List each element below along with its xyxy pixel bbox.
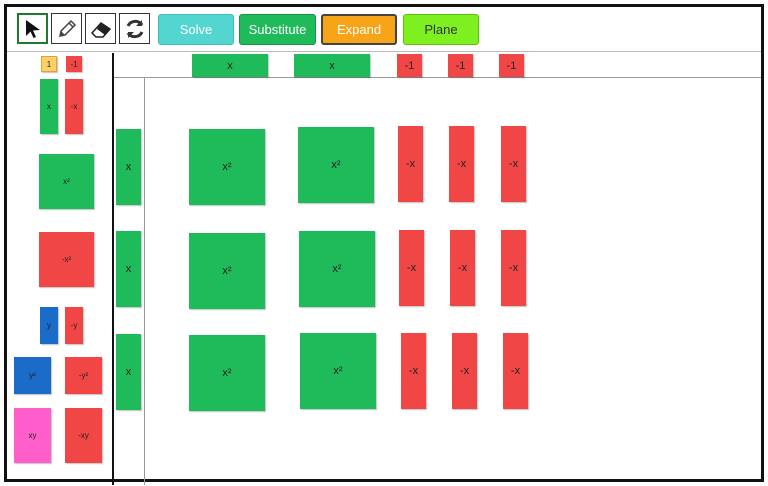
top-factor-tile[interactable]: -1 [499, 54, 524, 77]
left-factor-tile[interactable]: x [116, 334, 141, 410]
product-tile[interactable]: -x [452, 333, 477, 409]
palette-tile-x[interactable]: x [40, 79, 58, 134]
expand-button[interactable]: Expand [321, 14, 397, 45]
top-factor-tile[interactable]: x [294, 54, 370, 77]
palette-tile-neg-xy[interactable]: -xy [65, 408, 102, 463]
product-tile[interactable]: -x [501, 230, 526, 306]
pencil-tool[interactable] [51, 13, 82, 44]
eraser-icon [90, 21, 111, 38]
product-tile[interactable]: -x [399, 230, 424, 306]
product-tile[interactable]: -x [450, 230, 475, 306]
palette-tile-neg-x2[interactable]: -x² [39, 232, 94, 287]
palette-divider [112, 53, 114, 485]
left-axis-line [144, 77, 145, 485]
plane-button[interactable]: Plane [403, 14, 479, 45]
pointer-icon [25, 19, 40, 38]
palette-tile-y2[interactable]: y² [14, 357, 51, 394]
palette-tile-1[interactable]: 1 [41, 56, 57, 72]
product-tile[interactable]: x² [189, 233, 265, 309]
palette-tile-neg-x[interactable]: -x [65, 79, 83, 134]
toolbar: Solve Substitute Expand Plane [7, 7, 761, 52]
palette-tile-xy[interactable]: xy [14, 408, 51, 463]
palette-tile-y[interactable]: y [40, 307, 58, 344]
product-tile[interactable]: x² [299, 231, 375, 307]
top-factor-tile[interactable]: -1 [448, 54, 473, 77]
pencil-icon [58, 19, 76, 37]
product-tile[interactable]: -x [398, 126, 423, 202]
top-factor-tile[interactable]: -1 [397, 54, 422, 77]
solve-button[interactable]: Solve [158, 14, 234, 45]
eraser-tool[interactable] [85, 13, 116, 44]
top-axis-line [114, 77, 761, 78]
product-tile[interactable]: x² [298, 127, 374, 203]
palette-tile-neg1[interactable]: -1 [66, 56, 82, 72]
app-frame: Solve Substitute Expand Plane 1 -1 x -x … [4, 4, 764, 485]
left-factor-tile[interactable]: x [116, 129, 141, 205]
palette-tile-neg-y2[interactable]: -y² [65, 357, 102, 394]
product-tile[interactable]: -x [501, 126, 526, 202]
palette-tile-neg-y[interactable]: -y [65, 307, 83, 344]
product-tile[interactable]: -x [401, 333, 426, 409]
product-tile[interactable]: x² [300, 333, 376, 409]
left-factor-tile[interactable]: x [116, 231, 141, 307]
substitute-button[interactable]: Substitute [239, 14, 316, 45]
top-factor-tile[interactable]: x [192, 54, 268, 77]
product-tile[interactable]: -x [449, 126, 474, 202]
product-tile[interactable]: x² [189, 129, 265, 205]
palette-tile-x2[interactable]: x² [39, 154, 94, 209]
refresh-icon [126, 19, 143, 38]
product-tile[interactable]: -x [503, 333, 528, 409]
product-tile[interactable]: x² [189, 335, 265, 411]
pointer-tool[interactable] [17, 13, 48, 44]
refresh-tool[interactable] [119, 13, 150, 44]
